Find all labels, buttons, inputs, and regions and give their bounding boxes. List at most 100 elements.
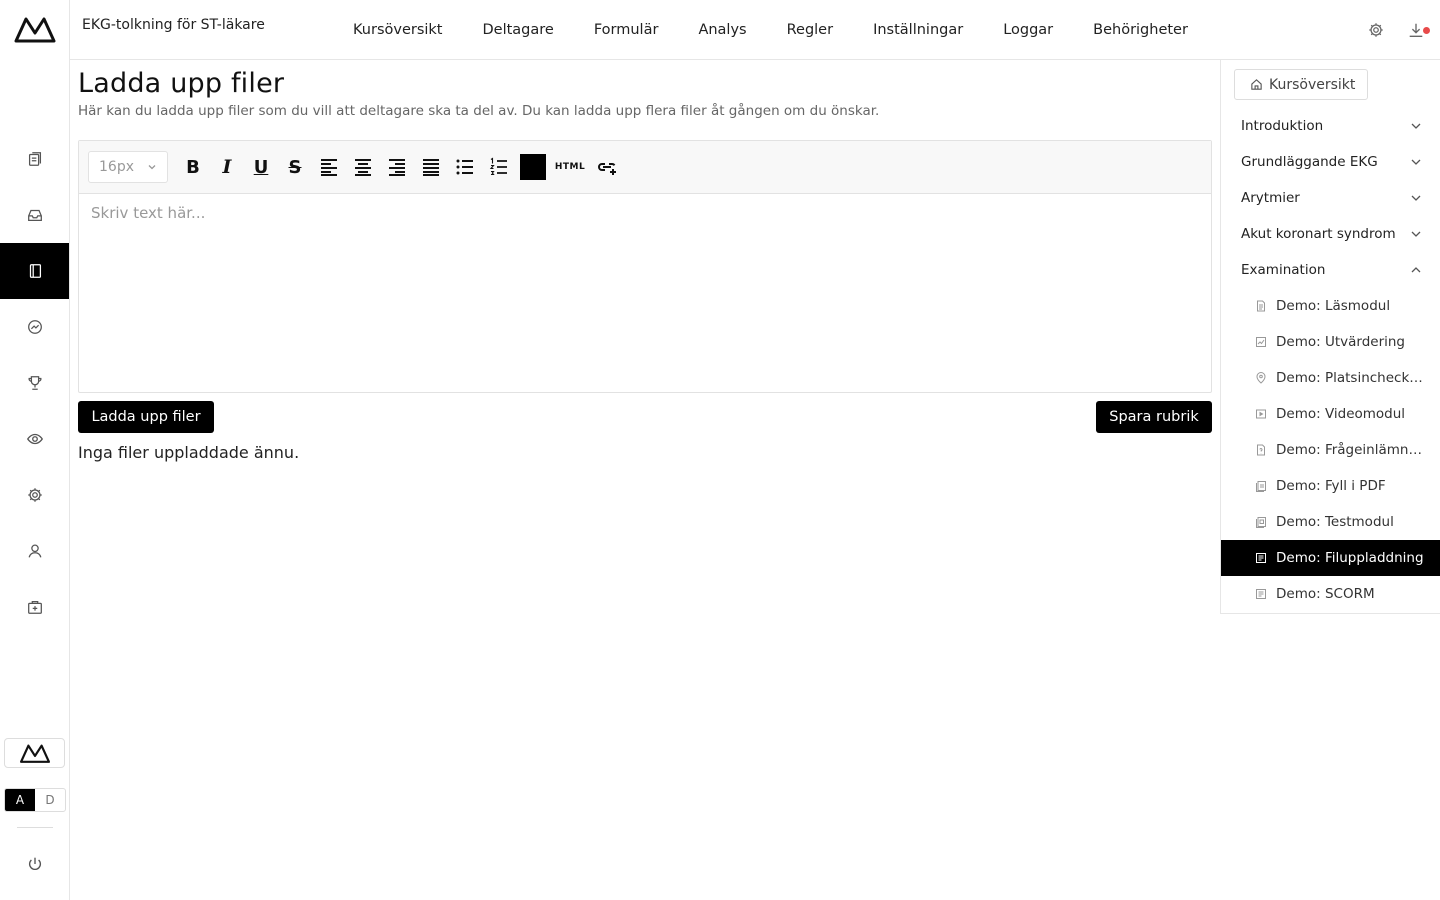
rail-notebook[interactable] bbox=[0, 243, 69, 299]
editor-text-area[interactable]: Skriv text här... bbox=[79, 194, 1211, 392]
inbox-icon bbox=[27, 209, 42, 222]
section-akut-koronart-syndrom[interactable]: Akut koronart syndrom bbox=[1221, 216, 1440, 252]
section-examination[interactable]: Examination bbox=[1221, 252, 1440, 288]
rail-analytics[interactable] bbox=[0, 299, 69, 355]
nav-installningar[interactable]: Inställningar bbox=[873, 22, 963, 38]
section-introduktion[interactable]: Introduktion bbox=[1221, 108, 1440, 144]
nav-formular[interactable]: Formulär bbox=[594, 22, 659, 38]
module-utvardering[interactable]: Demo: Utvärdering bbox=[1221, 324, 1440, 360]
chevron-down-icon bbox=[1411, 195, 1421, 201]
nav-deltagare[interactable]: Deltagare bbox=[483, 22, 554, 38]
notification-dot bbox=[1423, 27, 1430, 34]
download-button[interactable] bbox=[1404, 18, 1430, 42]
numbered-list-icon bbox=[489, 157, 507, 176]
section-label: Akut koronart syndrom bbox=[1241, 226, 1396, 242]
page-title: Ladda upp filer bbox=[78, 68, 285, 99]
module-fyll-i-pdf[interactable]: Demo: Fyll i PDF bbox=[1221, 468, 1440, 504]
module-videomodul[interactable]: Demo: Videomodul bbox=[1221, 396, 1440, 432]
home-icon bbox=[1251, 79, 1262, 90]
link-add-icon bbox=[598, 163, 616, 175]
video-icon bbox=[1256, 409, 1266, 419]
bullet-list-icon bbox=[456, 159, 473, 175]
nav-loggar[interactable]: Loggar bbox=[1003, 22, 1053, 38]
chevron-up-icon bbox=[1411, 267, 1421, 273]
nav-regler[interactable]: Regler bbox=[787, 22, 833, 38]
nav-behorigheter[interactable]: Behörigheter bbox=[1093, 22, 1188, 38]
mode-a-button[interactable]: A bbox=[5, 789, 35, 811]
numbered-list-button[interactable] bbox=[482, 150, 516, 184]
strikethrough-button[interactable]: S bbox=[278, 150, 312, 184]
chevron-down-icon bbox=[1411, 159, 1421, 165]
align-right-button[interactable] bbox=[380, 150, 414, 184]
module-label: Demo: Fyll i PDF bbox=[1276, 478, 1386, 494]
location-icon bbox=[1256, 372, 1266, 384]
module-label: Demo: Läsmodul bbox=[1276, 298, 1391, 314]
rail-logout[interactable] bbox=[0, 836, 69, 892]
font-size-select[interactable]: 16px bbox=[88, 151, 168, 183]
text-color-picker[interactable] bbox=[520, 154, 546, 180]
bullet-list-button[interactable] bbox=[448, 150, 482, 184]
rail-documents[interactable] bbox=[0, 131, 69, 187]
rail-trophy[interactable] bbox=[0, 355, 69, 411]
course-overview-button[interactable]: Kursöversikt bbox=[1234, 69, 1368, 100]
module-label: Demo: SCORM bbox=[1276, 586, 1375, 602]
rail-settings[interactable] bbox=[0, 467, 69, 523]
left-rail: A D bbox=[0, 0, 70, 900]
course-outline-panel: Kursöversikt Introduktion Grundläggande … bbox=[1220, 60, 1440, 614]
analytics-icon bbox=[27, 320, 42, 334]
italic-button[interactable]: I bbox=[210, 150, 244, 184]
file-upload-icon bbox=[1256, 553, 1266, 563]
align-center-icon bbox=[355, 159, 371, 176]
chevron-down-icon bbox=[1411, 231, 1421, 237]
section-grundlaggande-ekg[interactable]: Grundläggande EKG bbox=[1221, 144, 1440, 180]
rail-first-aid[interactable] bbox=[0, 579, 69, 635]
documents-icon bbox=[28, 152, 41, 166]
module-platsincheckning[interactable]: Demo: Platsincheckning bbox=[1221, 360, 1440, 396]
module-fragelamning[interactable]: Demo: Frågeinlämning bbox=[1221, 432, 1440, 468]
save-heading-button[interactable]: Spara rubrik bbox=[1096, 401, 1212, 433]
section-arytmier[interactable]: Arytmier bbox=[1221, 180, 1440, 216]
brand-switch[interactable] bbox=[4, 738, 65, 768]
editor-toolbar: 16px B I U S HTML bbox=[79, 141, 1211, 194]
eye-icon bbox=[26, 433, 43, 445]
rail-inbox[interactable] bbox=[0, 187, 69, 243]
align-center-button[interactable] bbox=[346, 150, 380, 184]
pdf-icon bbox=[1256, 481, 1266, 492]
chevron-down-icon bbox=[1411, 123, 1421, 129]
module-scorm[interactable]: Demo: SCORM bbox=[1221, 576, 1440, 612]
module-label: Demo: Utvärdering bbox=[1276, 334, 1406, 350]
mode-d-button[interactable]: D bbox=[35, 789, 65, 811]
brand-logo-icon[interactable] bbox=[14, 14, 56, 44]
module-testmodul[interactable]: Demo: Testmodul bbox=[1221, 504, 1440, 540]
rail-eye[interactable] bbox=[0, 411, 69, 467]
rail-user[interactable] bbox=[0, 523, 69, 579]
align-left-button[interactable] bbox=[312, 150, 346, 184]
section-label: Examination bbox=[1241, 262, 1326, 278]
align-justify-button[interactable] bbox=[414, 150, 448, 184]
bold-button[interactable]: B bbox=[176, 150, 210, 184]
module-label: Demo: Frågeinlämning bbox=[1276, 442, 1424, 458]
test-icon bbox=[1256, 517, 1266, 528]
rail-divider bbox=[17, 827, 53, 828]
course-title: EKG-tolkning för ST-läkare bbox=[82, 17, 265, 33]
align-right-icon bbox=[389, 159, 405, 176]
module-label: Demo: Testmodul bbox=[1276, 514, 1394, 530]
rich-text-editor: 16px B I U S HTML Skriv text här... bbox=[78, 140, 1212, 393]
scorm-icon bbox=[1256, 589, 1266, 599]
nav-kursoversikt[interactable]: Kursöversikt bbox=[353, 22, 443, 38]
font-size-value: 16px bbox=[99, 159, 134, 175]
upload-files-button[interactable]: Ladda upp filer bbox=[78, 401, 214, 433]
section-label: Introduktion bbox=[1241, 118, 1324, 134]
section-label: Grundläggande EKG bbox=[1241, 154, 1378, 170]
html-button[interactable]: HTML bbox=[550, 150, 590, 184]
settings-button[interactable] bbox=[1364, 18, 1388, 42]
align-justify-icon bbox=[423, 159, 439, 176]
module-filuppladdning[interactable]: Demo: Filuppladdning bbox=[1221, 540, 1440, 576]
trophy-icon bbox=[28, 376, 41, 390]
insert-link-button[interactable] bbox=[590, 150, 624, 184]
power-icon bbox=[28, 857, 41, 871]
underline-button[interactable]: U bbox=[244, 150, 278, 184]
nav-analys[interactable]: Analys bbox=[698, 22, 746, 38]
course-overview-label: Kursöversikt bbox=[1269, 76, 1356, 93]
module-lasmodul[interactable]: Demo: Läsmodul bbox=[1221, 288, 1440, 324]
